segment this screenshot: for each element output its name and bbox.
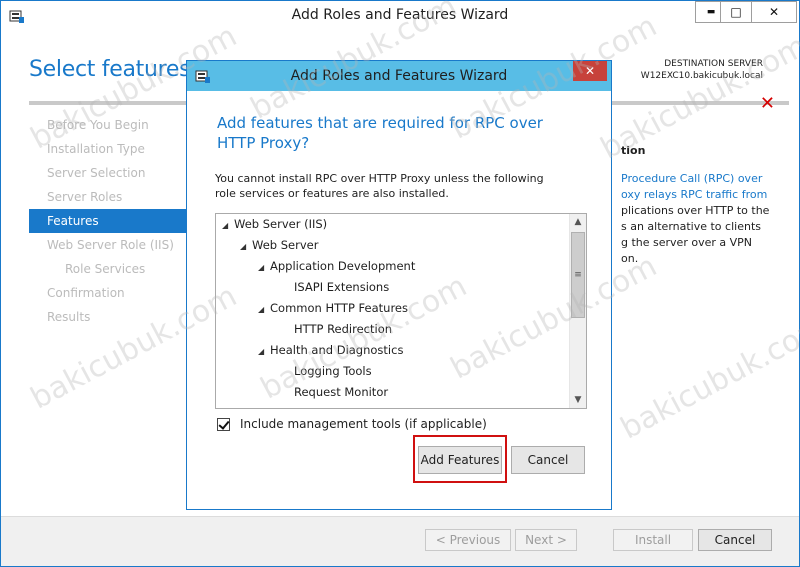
include-tools-checkbox[interactable] (217, 417, 230, 431)
nav-item-results[interactable]: Results (29, 305, 189, 329)
tree-item[interactable]: ◢ Web Server (216, 235, 586, 256)
destination-server: DESTINATION SERVER W12EXC10.bakicubuk.lo… (641, 58, 763, 82)
dialog-close-button[interactable]: ✕ (573, 61, 607, 81)
nav-item-installation-type[interactable]: Installation Type (29, 137, 189, 161)
description-line: plications over HTTP to the (621, 204, 770, 217)
description-heading: tion (621, 144, 646, 157)
previous-button[interactable]: < Previous (425, 529, 511, 551)
expanded-triangle-icon[interactable]: ◢ (258, 257, 270, 278)
dialog-titlebar[interactable]: Add Roles and Features Wizard ✕ (187, 61, 611, 91)
include-tools-option[interactable]: Include management tools (if applicable) (217, 417, 487, 431)
nav-item-server-selection[interactable]: Server Selection (29, 161, 189, 185)
destination-server-name: W12EXC10.bakicubuk.local (640, 71, 763, 81)
close-button[interactable]: ✕ (751, 1, 797, 23)
tree-item-label: Request Monitor (294, 385, 389, 399)
tree-item[interactable]: Request Monitor (216, 382, 586, 403)
main-titlebar[interactable]: Add Roles and Features Wizard ▬ □ ✕ (1, 1, 799, 31)
grip-icon: ≡ (574, 270, 582, 280)
maximize-icon: □ (730, 5, 742, 19)
install-button[interactable]: Install (613, 529, 693, 551)
tree-item-label: Application Development (270, 259, 416, 273)
expanded-triangle-icon[interactable]: ◢ (258, 341, 270, 362)
nav-item-role-services[interactable]: Role Services (29, 257, 189, 281)
close-icon: ✕ (584, 64, 596, 78)
expanded-triangle-icon[interactable]: ◢ (258, 299, 270, 320)
description-text: Procedure Call (RPC) over oxy relays RPC… (609, 171, 779, 267)
description-line: Procedure Call (RPC) over (621, 172, 763, 185)
tree-item-label: Common HTTP Features (270, 301, 408, 315)
tree-item-label: Logging Tools (294, 364, 372, 378)
page-title: Select features (29, 57, 191, 82)
minimize-icon: ▬ (706, 7, 716, 17)
main-cancel-button[interactable]: Cancel (698, 529, 772, 551)
nav-item-web-server-role[interactable]: Web Server Role (IIS) (29, 233, 189, 257)
tree-item-label: Health and Diagnostics (270, 343, 404, 357)
error-icon[interactable]: ✕ (760, 93, 775, 114)
tree-item[interactable]: Logging Tools (216, 361, 586, 382)
wizard-nav: Before You Begin Installation Type Serve… (29, 113, 189, 329)
tree-item-label: Web Server (IIS) (234, 217, 328, 231)
destination-label: DESTINATION SERVER (664, 59, 763, 69)
tree-item[interactable]: HTTP Redirection (216, 319, 586, 340)
expanded-triangle-icon[interactable]: ◢ (240, 236, 252, 257)
required-features-tree[interactable]: ◢ Web Server (IIS) ◢ Web Server ◢ Applicati… (215, 213, 587, 409)
close-icon: ✕ (768, 5, 780, 19)
tree-item-label: Web Server (252, 238, 319, 252)
description-line: g the server over a VPN (621, 236, 752, 249)
tree-item[interactable]: ISAPI Extensions (216, 277, 586, 298)
nav-item-features[interactable]: Features (29, 209, 189, 233)
dialog-message: You cannot install RPC over HTTP Proxy u… (215, 172, 544, 200)
dialog-heading: Add features that are required for RPC o… (217, 114, 543, 152)
scroll-up-icon[interactable]: ▲ (570, 214, 586, 230)
description-line: oxy relays RPC traffic from (621, 188, 768, 201)
add-features-button[interactable]: Add Features (418, 446, 502, 474)
dialog-title: Add Roles and Features Wizard (290, 68, 508, 84)
nav-item-server-roles[interactable]: Server Roles (29, 185, 189, 209)
next-button[interactable]: Next > (515, 529, 577, 551)
maximize-button[interactable]: □ (720, 1, 752, 23)
dialog-body: Add features that are required for RPC o… (195, 91, 603, 503)
tree-item-label: ISAPI Extensions (294, 280, 390, 294)
main-window-title: Add Roles and Features Wizard (291, 7, 509, 23)
description-line: on. (621, 252, 639, 265)
tree-item[interactable]: ◢ Common HTTP Features (216, 298, 586, 319)
include-tools-label: Include management tools (if applicable) (240, 417, 487, 431)
tree-item[interactable]: ◢ Application Development (216, 256, 586, 277)
scroll-thumb[interactable]: ≡ (571, 232, 585, 318)
nav-item-confirmation[interactable]: Confirmation (29, 281, 189, 305)
tree-item[interactable]: ◢ Web Server (IIS) (216, 214, 586, 235)
scroll-down-icon[interactable]: ▼ (570, 392, 586, 408)
add-features-dialog: Add Roles and Features Wizard ✕ Add feat… (186, 60, 612, 510)
dialog-cancel-button[interactable]: Cancel (511, 446, 585, 474)
tree-item-label: HTTP Redirection (294, 322, 393, 336)
expanded-triangle-icon[interactable]: ◢ (222, 215, 234, 236)
nav-item-before-you-begin[interactable]: Before You Begin (29, 113, 189, 137)
tree-scrollbar[interactable]: ▲ ≡ ▼ (569, 214, 586, 408)
wizard-footer: < Previous Next > Install Cancel (1, 516, 799, 566)
description-line: s an alternative to clients (621, 220, 761, 233)
tree-item[interactable]: ◢ Health and Diagnostics (216, 340, 586, 361)
